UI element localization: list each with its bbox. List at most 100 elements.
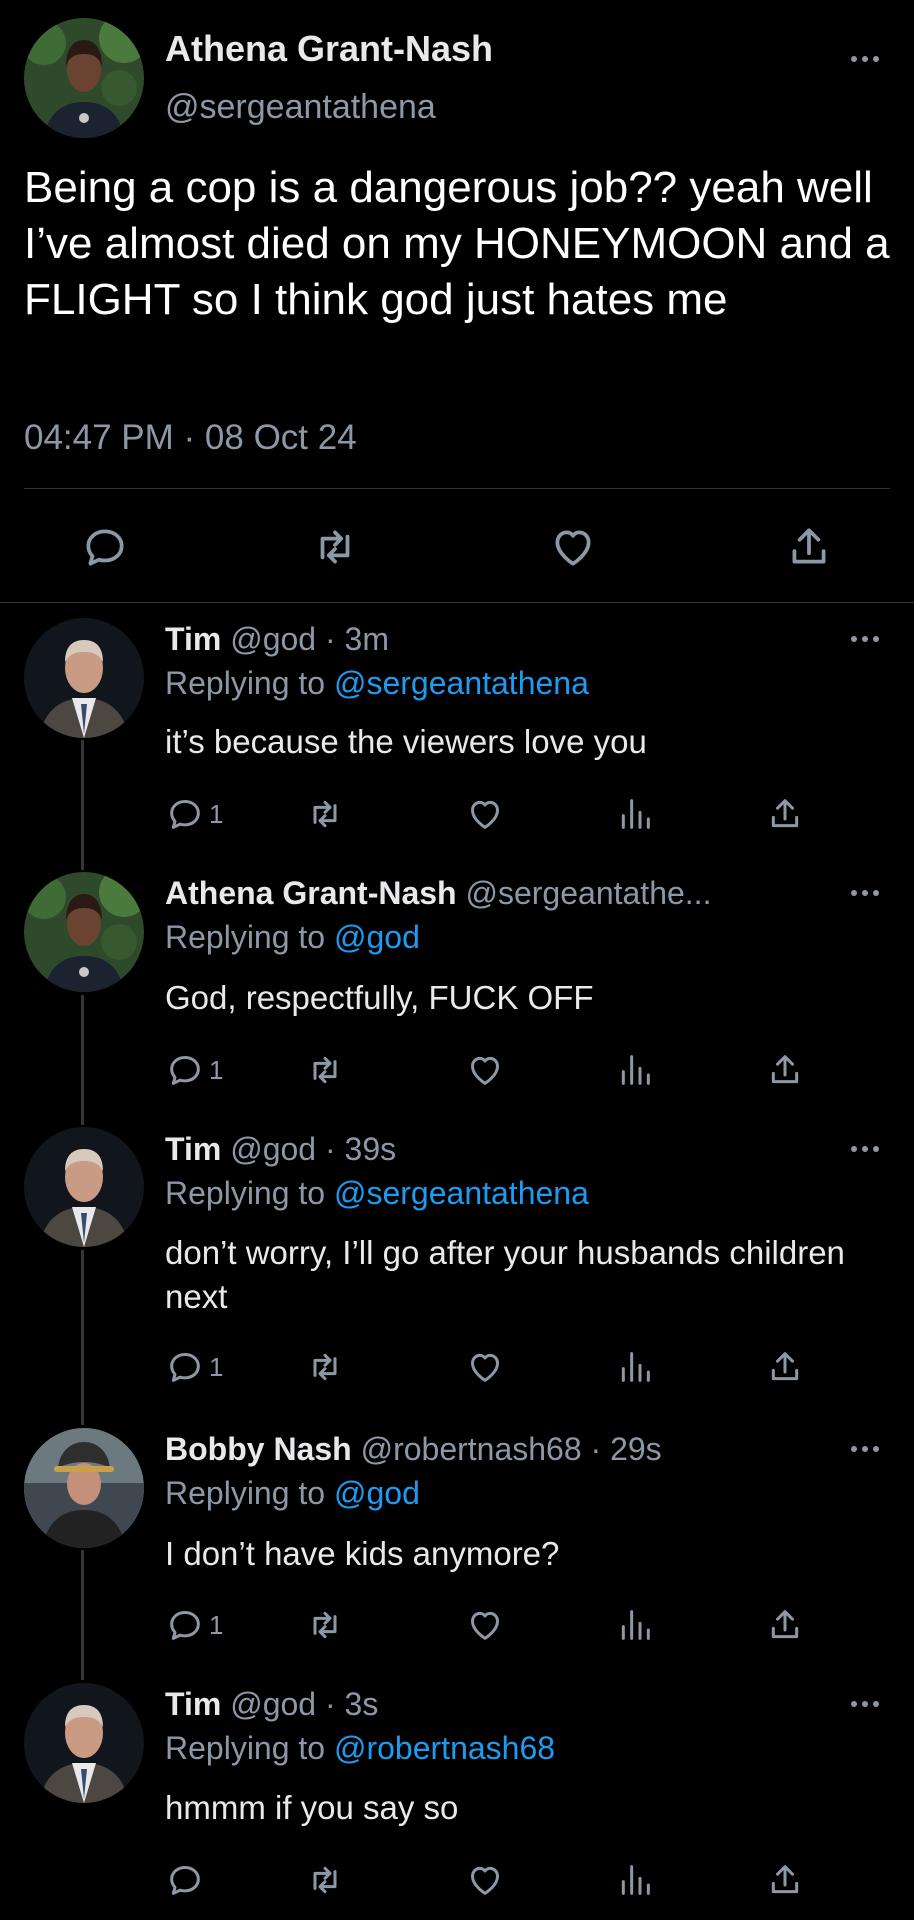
share-icon: [765, 794, 805, 834]
share-icon: [765, 1050, 805, 1090]
views-button[interactable]: [615, 1603, 655, 1647]
retweet-icon[interactable]: [310, 522, 360, 572]
replying-to-prefix: Replying to: [165, 1175, 334, 1211]
reply-action-bar: 1: [165, 1603, 805, 1647]
main-tweet-author-name[interactable]: Athena Grant-Nash: [165, 28, 493, 70]
tim-avatar[interactable]: [24, 1127, 144, 1247]
reply-author-name[interactable]: Tim: [165, 1131, 221, 1167]
reply-icon: [165, 1860, 205, 1900]
replying-to-prefix: Replying to: [165, 1730, 334, 1766]
retweet-button[interactable]: [305, 1048, 345, 1092]
reply-author-name[interactable]: Tim: [165, 621, 221, 657]
reply-meta[interactable]: @god · 3m: [230, 621, 389, 657]
replying-to: Replying to @robertnash68: [165, 1729, 555, 1767]
replying-to-link[interactable]: @sergeantathena: [334, 1175, 589, 1211]
replying-to-link[interactable]: @god: [334, 1475, 420, 1511]
reply-icon: [165, 1050, 205, 1090]
views-button[interactable]: [615, 1048, 655, 1092]
divider: [0, 602, 914, 603]
more-options-icon[interactable]: [850, 1444, 880, 1454]
like-icon: [465, 1050, 505, 1090]
main-tweet-author-handle[interactable]: @sergeantathena: [165, 88, 436, 127]
reply-button[interactable]: 1: [165, 792, 223, 836]
reply-count: 1: [209, 1054, 224, 1085]
share-button[interactable]: [765, 1345, 805, 1389]
like-icon: [465, 794, 505, 834]
retweet-icon: [305, 1860, 345, 1900]
views-button[interactable]: [615, 1345, 655, 1389]
tim-avatar[interactable]: [24, 618, 144, 738]
reply-icon[interactable]: [80, 522, 130, 572]
retweet-button[interactable]: [305, 792, 345, 836]
thread-line: [81, 1550, 84, 1680]
more-options-icon[interactable]: [850, 634, 880, 644]
tim-avatar[interactable]: [24, 1683, 144, 1803]
more-options-icon[interactable]: [850, 888, 880, 898]
thread-line: [81, 995, 84, 1125]
like-icon: [465, 1860, 505, 1900]
more-options-icon[interactable]: [850, 54, 880, 64]
share-button[interactable]: [765, 1603, 805, 1647]
replying-to: Replying to @god: [165, 918, 420, 956]
reply-text: I don’t have kids anymore?: [165, 1535, 560, 1572]
athena-avatar[interactable]: [24, 18, 144, 138]
reply-meta[interactable]: @god · 3s: [230, 1686, 378, 1722]
replying-to-link[interactable]: @robertnash68: [334, 1730, 555, 1766]
share-button[interactable]: [765, 792, 805, 836]
retweet-icon: [305, 1605, 345, 1645]
like-button[interactable]: [465, 1858, 505, 1902]
views-icon: [615, 1860, 655, 1900]
reply-icon: [165, 1605, 205, 1645]
reply-meta[interactable]: @robertnash68 · 29s: [361, 1431, 662, 1467]
share-button[interactable]: [765, 1048, 805, 1092]
share-button[interactable]: [765, 1858, 805, 1902]
bobby-avatar[interactable]: [24, 1428, 144, 1548]
replying-to-link[interactable]: @god: [334, 919, 420, 955]
replying-to: Replying to @sergeantathena: [165, 1174, 589, 1212]
thread-line: [81, 1250, 84, 1425]
reply-header: Tim @god · 3s: [165, 1685, 378, 1723]
reply-button[interactable]: 1: [165, 1048, 223, 1092]
reply-action-bar: [165, 1858, 805, 1902]
reply-meta[interactable]: @sergeantathe...: [465, 875, 711, 911]
replying-to-link[interactable]: @sergeantathena: [334, 665, 589, 701]
like-button[interactable]: [465, 792, 505, 836]
retweet-icon: [305, 794, 345, 834]
reply-author-name[interactable]: Athena Grant-Nash: [165, 875, 457, 911]
views-button[interactable]: [615, 792, 655, 836]
like-button[interactable]: [465, 1048, 505, 1092]
replying-to-prefix: Replying to: [165, 1475, 334, 1511]
retweet-icon: [305, 1050, 345, 1090]
reply-count: 1: [209, 798, 224, 829]
retweet-button[interactable]: [305, 1603, 345, 1647]
like-button[interactable]: [465, 1603, 505, 1647]
reply-action-bar: 1: [165, 792, 805, 836]
replying-to: Replying to @sergeantathena: [165, 664, 589, 702]
share-icon[interactable]: [784, 522, 834, 572]
athena-avatar[interactable]: [24, 872, 144, 992]
like-icon[interactable]: [548, 522, 598, 572]
reply-button[interactable]: 1: [165, 1345, 223, 1389]
views-button[interactable]: [615, 1858, 655, 1902]
reply-author-name[interactable]: Tim: [165, 1686, 221, 1722]
reply-text: it’s because the viewers love you: [165, 723, 647, 760]
like-button[interactable]: [465, 1345, 505, 1389]
main-tweet-timestamp[interactable]: 04:47 PM · 08 Oct 24: [24, 418, 357, 458]
reply-header: Bobby Nash @robertnash68 · 29s: [165, 1430, 662, 1468]
like-icon: [465, 1605, 505, 1645]
views-icon: [615, 1605, 655, 1645]
reply-header: Tim @god · 39s: [165, 1130, 396, 1168]
main-tweet-text: Being a cop is a dangerous job?? yeah we…: [24, 163, 890, 324]
reply-author-name[interactable]: Bobby Nash: [165, 1431, 352, 1467]
share-icon: [765, 1347, 805, 1387]
more-options-icon[interactable]: [850, 1699, 880, 1709]
reply-button[interactable]: 1: [165, 1603, 223, 1647]
more-options-icon[interactable]: [850, 1144, 880, 1154]
share-icon: [765, 1860, 805, 1900]
reply-meta[interactable]: @god · 39s: [230, 1131, 396, 1167]
retweet-button[interactable]: [305, 1345, 345, 1389]
reply-count: 1: [209, 1351, 224, 1382]
reply-text: hmmm if you say so: [165, 1789, 459, 1826]
retweet-button[interactable]: [305, 1858, 345, 1902]
reply-button[interactable]: [165, 1858, 209, 1902]
